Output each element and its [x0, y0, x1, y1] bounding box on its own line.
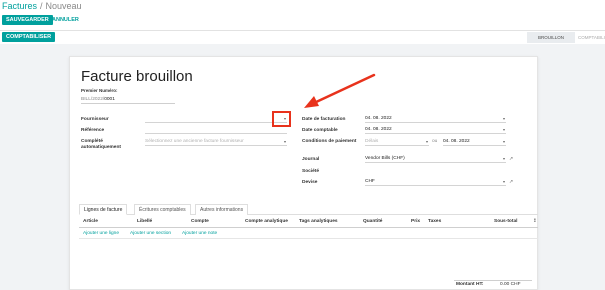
external-link-icon[interactable]: ↗	[509, 156, 513, 162]
chevron-down-icon[interactable]: ▾	[503, 179, 505, 185]
column-header-product[interactable]: Article	[83, 219, 98, 224]
journal-label: Journal	[302, 157, 320, 162]
payment-terms-placeholder: Délais	[365, 139, 379, 144]
chevron-down-icon[interactable]: ▾	[503, 127, 505, 133]
post-button[interactable]: COMPTABILISER	[2, 32, 56, 42]
first-number-value: 0001	[104, 97, 115, 102]
company-label: Société	[302, 169, 320, 174]
highlight-box	[272, 111, 291, 127]
or-text: ou	[432, 139, 438, 144]
chevron-down-icon[interactable]: ▾	[503, 156, 505, 162]
column-header-label[interactable]: Libellé	[137, 219, 152, 224]
accounting-date-label: Date comptable	[302, 128, 338, 133]
column-header-quantity[interactable]: Quantité	[363, 219, 382, 224]
vendor-label: Fournisseur	[81, 117, 109, 122]
totals-divider	[454, 280, 532, 281]
add-section-link[interactable]: Ajouter une section	[130, 231, 171, 236]
external-link-icon[interactable]: ↗	[509, 179, 513, 185]
invoice-date-field[interactable]: 04. 08. 2022 ▾	[365, 116, 506, 123]
reference-field[interactable]	[145, 127, 287, 134]
tab-other-info[interactable]: Autres informations	[195, 204, 249, 215]
accounting-date-value: 04. 08. 2022	[365, 127, 392, 132]
currency-field[interactable]: CHF ▾	[365, 179, 506, 186]
add-line-link[interactable]: Ajouter une ligne	[83, 231, 119, 236]
vendor-field[interactable]: ▾	[145, 116, 287, 123]
autocomplete-label: Complété automatiquement	[81, 139, 121, 150]
table-rows-divider	[79, 238, 538, 239]
breadcrumb: Factures / Nouveau	[2, 1, 82, 11]
currency-label: Devise	[302, 180, 318, 185]
due-date-value: 04. 08. 2022	[443, 139, 470, 144]
chevron-down-icon[interactable]: ▾	[503, 116, 505, 122]
payment-terms-field[interactable]: Délais ▾	[365, 139, 429, 146]
chevron-down-icon[interactable]: ▾	[503, 139, 505, 145]
column-header-account[interactable]: Compte	[191, 219, 209, 224]
discard-button[interactable]: ANNULER	[52, 15, 79, 25]
autocomplete-placeholder: Sélectionnez une ancienne facture fourni…	[145, 139, 244, 144]
chevron-down-icon[interactable]: ▾	[284, 139, 286, 145]
first-number-label: Premier Numéro:	[81, 88, 118, 93]
add-note-link[interactable]: Ajouter une note	[182, 231, 217, 236]
column-settings-icon[interactable]: ⁝	[534, 219, 536, 224]
status-bar: COMPTABILISER BROUILLON COMPTABILISÉ	[0, 31, 605, 44]
journal-field[interactable]: Vendor Bills (CHF) ▾	[365, 156, 506, 163]
autocomplete-field[interactable]: Sélectionnez une ancienne facture fourni…	[145, 139, 287, 146]
annotation-arrow-icon	[304, 73, 376, 108]
journal-value: Vendor Bills (CHF)	[365, 156, 405, 161]
column-header-subtotal[interactable]: Sous-total	[494, 219, 517, 224]
page-title: Facture brouillon	[81, 68, 193, 85]
first-number-field[interactable]: BILL/2022/0001	[81, 97, 175, 104]
breadcrumb-parent-link[interactable]: Factures	[2, 1, 37, 11]
column-header-taxes[interactable]: Taxes	[428, 219, 441, 224]
reference-label: Référence	[81, 128, 105, 133]
breadcrumb-separator: /	[40, 1, 43, 11]
column-header-analytic-account[interactable]: Compte analytique	[245, 219, 288, 224]
status-posted: COMPTABILISÉ	[578, 35, 605, 40]
column-header-analytic-tags[interactable]: Tags analytiques	[299, 219, 338, 224]
due-date-field[interactable]: 04. 08. 2022 ▾	[443, 139, 506, 146]
invoice-date-value: 04. 08. 2022	[365, 116, 392, 121]
control-panel: Factures / Nouveau SAUVEGARDER ANNULER	[0, 0, 605, 30]
table-header-divider	[79, 227, 538, 228]
payment-terms-label: Conditions de paiement	[302, 139, 357, 144]
tab-invoice-lines[interactable]: Lignes de facture	[79, 204, 128, 215]
tab-journal-items[interactable]: Écritures comptables	[134, 204, 191, 215]
save-button[interactable]: SAUVEGARDER	[2, 15, 53, 25]
status-draft: BROUILLON	[527, 32, 575, 43]
untaxed-amount-value: 0.00 CHF	[500, 282, 521, 287]
first-number-prefix: BILL/2022/	[81, 97, 105, 102]
column-header-price[interactable]: Prix	[411, 219, 420, 224]
accounting-date-field[interactable]: 04. 08. 2022 ▾	[365, 127, 506, 134]
currency-value: CHF	[365, 179, 375, 184]
breadcrumb-current: Nouveau	[45, 1, 82, 11]
invoice-date-label: Date de facturation	[302, 117, 346, 122]
untaxed-amount-label: Montant HT:	[456, 282, 484, 287]
chevron-down-icon[interactable]: ▾	[426, 139, 428, 145]
